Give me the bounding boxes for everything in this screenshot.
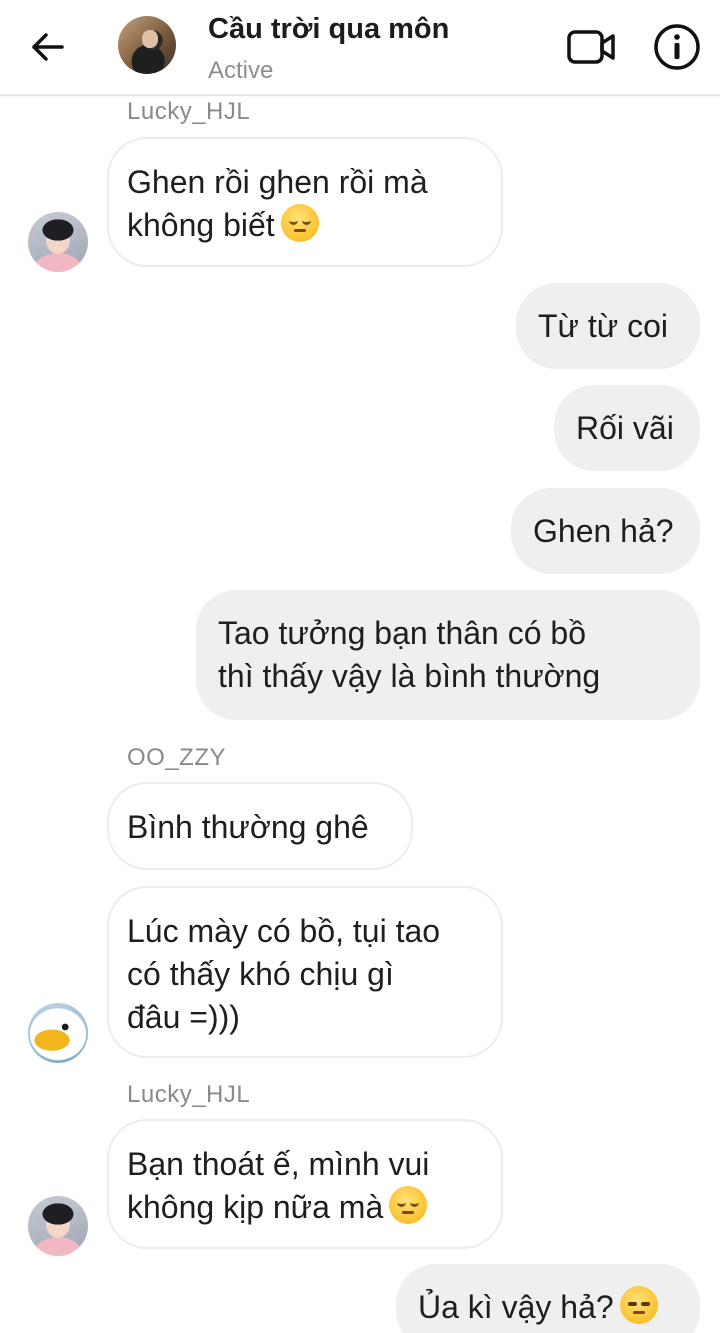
message-text: Bạn thoát ế, mình vui bbox=[127, 1146, 430, 1182]
message-text: Ghen hả? bbox=[533, 513, 674, 549]
message-bubble-outgoing[interactable]: Ghen hả? bbox=[511, 488, 700, 574]
relieved-face-emoji-icon bbox=[280, 204, 319, 242]
sender-avatar[interactable] bbox=[28, 1196, 88, 1256]
message-text: Ghen rồi ghen rồi mà bbox=[127, 164, 428, 200]
chat-header: Cầu trời qua môn Active bbox=[0, 0, 720, 96]
video-camera-icon bbox=[567, 30, 615, 64]
message-bubble-outgoing[interactable]: Tao tưởng bạn thân có bồ thì thấy vậy là… bbox=[196, 590, 700, 720]
message-text: Rối vãi bbox=[576, 410, 674, 446]
message-bubble-outgoing[interactable]: Rối vãi bbox=[554, 385, 700, 471]
message-bubble-outgoing[interactable]: Từ từ coi bbox=[516, 283, 700, 369]
message-text: Tao tưởng bạn thân có bồ bbox=[218, 615, 586, 651]
message-bubble-incoming[interactable]: Ghen rồi ghen rồi mà không biết bbox=[107, 137, 503, 267]
sender-avatar[interactable] bbox=[28, 1003, 88, 1063]
arrow-left-icon bbox=[32, 33, 64, 61]
info-button[interactable] bbox=[652, 22, 702, 72]
message-bubble-outgoing[interactable]: Ủa kì vậy hả? bbox=[396, 1264, 700, 1333]
sender-avatar[interactable] bbox=[28, 212, 88, 272]
message-text: có thấy khó chịu gì bbox=[127, 956, 394, 992]
back-button[interactable] bbox=[22, 22, 72, 72]
message-text: đâu =))) bbox=[127, 999, 240, 1035]
message-text: không biết bbox=[127, 207, 275, 243]
message-text: Lúc mày có bồ, tụi tao bbox=[127, 913, 441, 949]
message-text: Ủa kì vậy hả? bbox=[418, 1289, 614, 1325]
active-status: Active bbox=[208, 57, 274, 84]
info-icon bbox=[654, 24, 700, 70]
chat-screen: Cầu trời qua môn Active Lucky_HJL Ghen r… bbox=[0, 0, 720, 1333]
contact-avatar[interactable] bbox=[118, 16, 176, 74]
video-call-button[interactable] bbox=[566, 25, 618, 69]
message-text: Từ từ coi bbox=[538, 308, 668, 344]
chat-title[interactable]: Cầu trời qua môn bbox=[208, 13, 449, 46]
sender-name: OO_ZZY bbox=[127, 744, 227, 771]
message-bubble-incoming[interactable]: Bạn thoát ế, mình vui không kịp nữa mà bbox=[107, 1119, 503, 1249]
sender-name: Lucky_HJL bbox=[127, 1081, 251, 1108]
sender-name: Lucky_HJL bbox=[127, 98, 251, 125]
message-text: thì thấy vậy là bình thường bbox=[218, 658, 601, 694]
expressionless-face-emoji-icon bbox=[619, 1286, 658, 1324]
message-bubble-incoming[interactable]: Bình thường ghê bbox=[107, 782, 413, 870]
message-text: không kịp nữa mà bbox=[127, 1189, 384, 1225]
message-bubble-incoming[interactable]: Lúc mày có bồ, tụi tao có thấy khó chịu … bbox=[107, 886, 503, 1058]
relieved-face-emoji-icon bbox=[389, 1186, 428, 1224]
message-text: Bình thường ghê bbox=[127, 809, 369, 845]
